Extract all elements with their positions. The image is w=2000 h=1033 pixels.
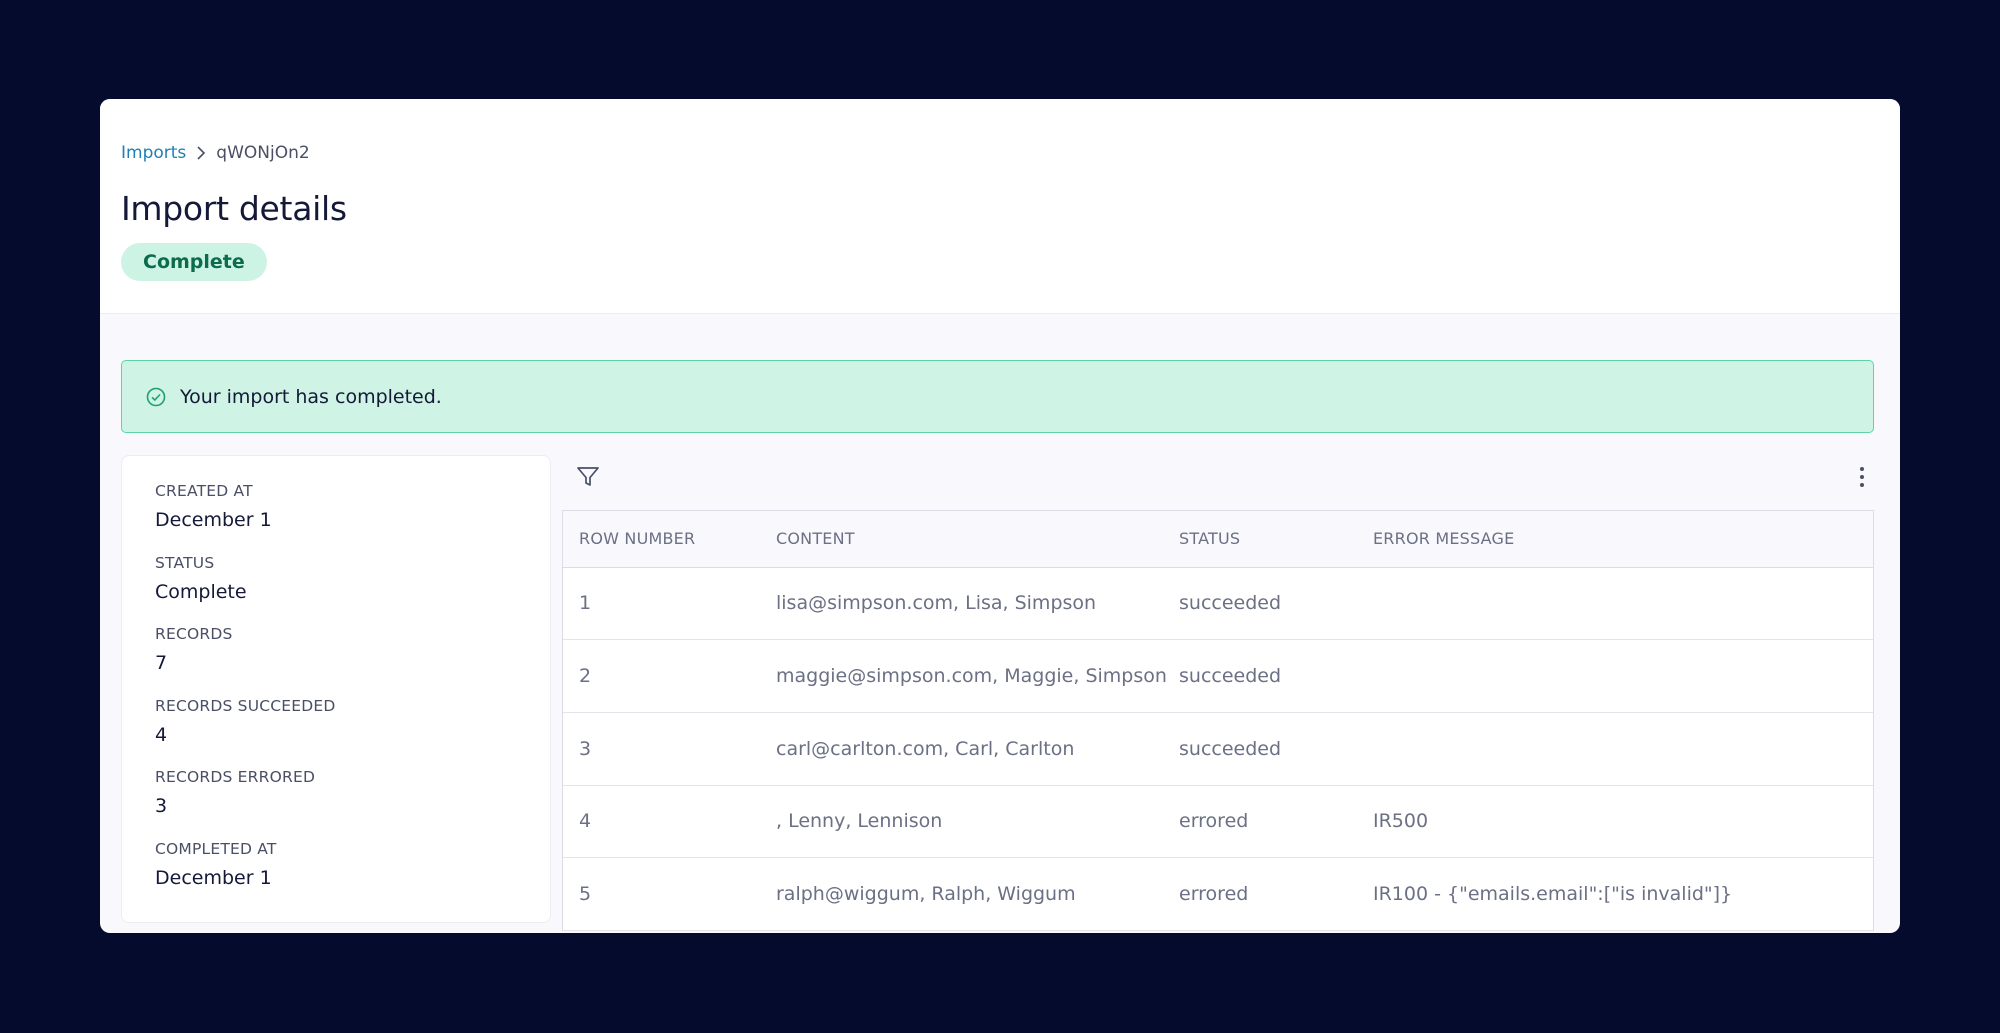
detail-created-at: CREATED AT December 1 <box>155 482 550 554</box>
detail-records-succeeded: RECORDS SUCCEEDED 4 <box>155 697 550 769</box>
chevron-right-icon <box>186 146 216 160</box>
detail-value: 3 <box>155 795 168 817</box>
import-rows-table: ROW NUMBER CONTENT STATUS ERROR MESSAGE … <box>562 510 1874 931</box>
detail-label: CREATED AT <box>155 482 253 500</box>
detail-value: Complete <box>155 580 247 603</box>
cell-status: errored <box>1179 810 1249 833</box>
cell-status: errored <box>1179 883 1249 906</box>
page-header: Imports qWONjOn2 Import details Complete <box>100 99 1900 314</box>
detail-completed-at: COMPLETED AT December 1 <box>155 840 550 912</box>
cell-content: lisa@simpson.com, Lisa, Simpson <box>776 592 1097 615</box>
breadcrumb: Imports qWONjOn2 <box>121 143 310 163</box>
table-row[interactable]: 1 lisa@simpson.com, Lisa, Simpson succee… <box>563 567 1873 640</box>
detail-records-errored: RECORDS ERRORED 3 <box>155 768 550 840</box>
detail-status: STATUS Complete <box>155 554 550 626</box>
detail-label: RECORDS ERRORED <box>155 768 316 786</box>
table-row[interactable]: 3 carl@carlton.com, Carl, Carlton succee… <box>563 712 1873 786</box>
import-details-card: CREATED AT December 1 STATUS Complete RE… <box>121 455 551 923</box>
cell-content: maggie@simpson.com, Maggie, Simpson <box>776 665 1167 688</box>
column-header-error-message: ERROR MESSAGE <box>1373 529 1515 549</box>
cell-content: carl@carlton.com, Carl, Carlton <box>776 737 1075 760</box>
detail-label: STATUS <box>155 553 215 572</box>
detail-label: RECORDS SUCCEEDED <box>155 696 336 715</box>
column-header-content: CONTENT <box>776 529 855 549</box>
cell-content: , Lenny, Lennison <box>776 810 943 833</box>
column-header-status: STATUS <box>1179 529 1241 549</box>
cell-error-message <box>1373 567 1873 640</box>
table-row[interactable]: 5 ralph@wiggum, Ralph, Wiggum errored IR… <box>563 858 1873 931</box>
success-alert: Your import has completed. <box>121 360 1874 433</box>
cell-error-message <box>1373 640 1873 713</box>
column-header-row-number: ROW NUMBER <box>579 529 696 549</box>
cell-content: ralph@wiggum, Ralph, Wiggum <box>776 883 1076 906</box>
table-toolbar <box>562 455 1874 499</box>
detail-value: 7 <box>155 652 168 674</box>
cell-error-message: IR100 - {"emails.email":["is invalid"]} <box>1373 883 1733 906</box>
detail-value: December 1 <box>155 866 272 889</box>
page-title: Import details <box>121 189 347 228</box>
cell-status: succeeded <box>1179 665 1282 688</box>
table-row[interactable]: 4 , Lenny, Lennison errored IR500 <box>563 785 1873 858</box>
status-badge: Complete <box>121 243 267 281</box>
detail-value: December 1 <box>155 509 272 531</box>
cell-row-number: 4 <box>579 810 592 833</box>
cell-error-message <box>1373 712 1873 785</box>
breadcrumb-current: qWONjOn2 <box>216 143 310 163</box>
detail-label: RECORDS <box>155 625 233 643</box>
cell-row-number: 5 <box>579 883 592 906</box>
alert-message: Your import has completed. <box>180 385 442 408</box>
cell-error-message: IR500 <box>1373 810 1429 833</box>
more-vertical-icon[interactable] <box>1850 461 1874 493</box>
cell-row-number: 3 <box>579 737 592 760</box>
import-details-window: Imports qWONjOn2 Import details Complete… <box>100 99 1900 933</box>
cell-status: succeeded <box>1179 592 1282 615</box>
cell-status: succeeded <box>1179 737 1282 760</box>
check-circle-icon <box>146 387 166 407</box>
table-header-row: ROW NUMBER CONTENT STATUS ERROR MESSAGE <box>563 511 1873 567</box>
detail-value: 4 <box>155 723 168 746</box>
filter-icon[interactable] <box>572 461 604 493</box>
breadcrumb-imports-link[interactable]: Imports <box>121 143 186 163</box>
detail-records: RECORDS 7 <box>155 625 550 697</box>
cell-row-number: 2 <box>579 665 592 688</box>
table-row[interactable]: 2 maggie@simpson.com, Maggie, Simpson su… <box>563 640 1873 713</box>
cell-row-number: 1 <box>579 592 592 615</box>
detail-label: COMPLETED AT <box>155 839 277 858</box>
